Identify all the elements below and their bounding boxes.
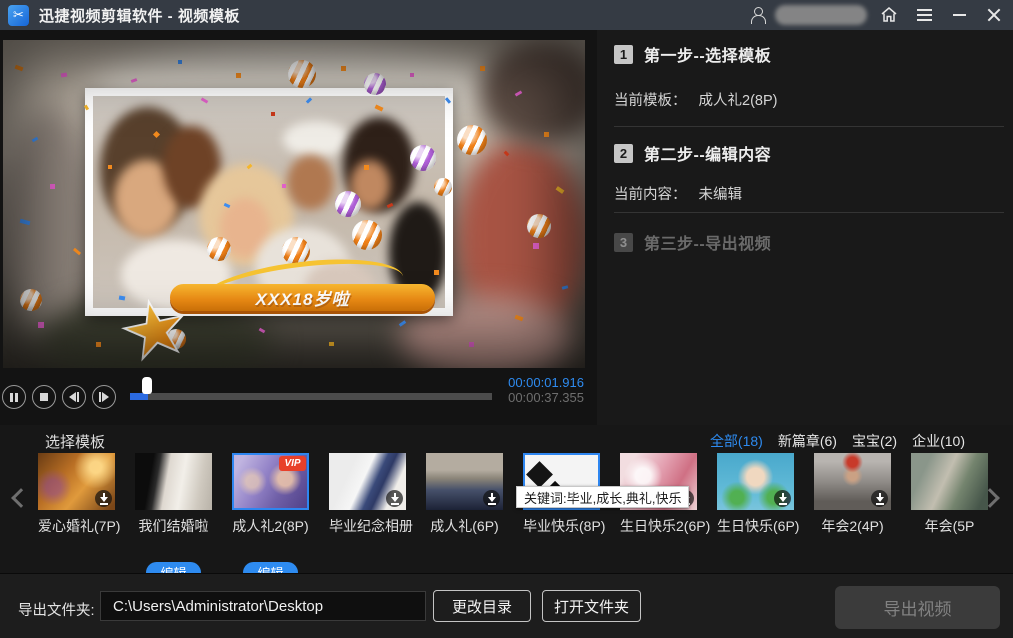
titlebar-controls: [750, 0, 1007, 30]
current-time: 00:00:01.916: [508, 375, 584, 390]
step2-title: 第二步--编辑内容: [644, 141, 771, 165]
download-icon[interactable]: [386, 490, 403, 507]
template-section: 选择模板 全部(18) 新篇章(6) 宝宝(2) 企业(10) 爱心婚礼(7P)…: [0, 425, 1013, 573]
prev-frame-icon: [69, 392, 79, 402]
template-thumb-annual-meeting2[interactable]: [814, 453, 891, 510]
template-name: 毕业快乐(8P): [523, 516, 600, 536]
vignette: [3, 40, 585, 368]
template-name: 年会2(4P): [814, 516, 891, 536]
tab-enterprise[interactable]: 企业(10): [912, 431, 965, 451]
template-section-title: 选择模板: [45, 431, 105, 452]
step3-title: 第三步--导出视频: [644, 230, 771, 254]
export-video-button[interactable]: 导出视频: [835, 586, 1000, 629]
export-folder-label: 导出文件夹:: [18, 599, 95, 620]
export-path-input[interactable]: [100, 591, 426, 621]
app-window: ✂ 迅捷视频剪辑软件 - 视频模板 XXX18岁啦: [0, 0, 1013, 638]
download-icon[interactable]: [483, 490, 500, 507]
steps-panel: 1 第一步--选择模板 当前模板： 成人礼2(8P) 2 第二步--编辑内容 当前…: [597, 30, 1013, 425]
template-filter-tabs: 全部(18) 新篇章(6) 宝宝(2) 企业(10): [710, 431, 965, 451]
current-content-value: 未编辑: [699, 187, 743, 203]
prev-frame-button[interactable]: [62, 385, 86, 409]
menu-button[interactable]: [911, 2, 937, 28]
next-frame-icon: [99, 392, 109, 402]
change-directory-button[interactable]: 更改目录: [433, 590, 531, 622]
download-icon[interactable]: [774, 490, 791, 507]
tab-baby[interactable]: 宝宝(2): [852, 431, 897, 451]
template-name: 年会(5P: [911, 516, 988, 536]
download-icon[interactable]: [871, 490, 888, 507]
playback-controls: 00:00:01.916 00:00:37.355: [0, 372, 592, 422]
download-icon[interactable]: [95, 490, 112, 507]
template-thumb-annual-meeting[interactable]: [911, 453, 988, 510]
stop-icon: [40, 393, 48, 401]
template-thumb-love-wedding[interactable]: [38, 453, 115, 510]
template-thumb-adult-ceremony[interactable]: [426, 453, 503, 510]
progress-handle[interactable]: [142, 377, 152, 394]
template-name: 成人礼(6P): [426, 516, 503, 536]
template-name: 爱心婚礼(7P): [38, 516, 115, 536]
username-redacted: [775, 5, 867, 25]
step1-title: 第一步--选择模板: [644, 42, 771, 66]
template-name: 生日快乐2(6P): [620, 516, 697, 536]
app-logo-icon: ✂: [8, 5, 29, 26]
template-item: 毕业纪念相册: [329, 453, 406, 536]
progress-track[interactable]: [130, 393, 492, 400]
minimize-icon: [953, 14, 966, 16]
template-item-selected: VIP 成人礼2(8P) 编辑: [232, 453, 309, 536]
step3-number-badge: 3: [614, 233, 633, 252]
template-thumb-happy-birthday[interactable]: [717, 453, 794, 510]
menu-icon: [917, 14, 932, 16]
step2-status: 当前内容： 未编辑: [614, 183, 742, 204]
home-icon: [880, 6, 898, 24]
progress-fill: [130, 393, 148, 400]
open-folder-button[interactable]: 打开文件夹: [542, 590, 641, 622]
template-thumb-graduation-album[interactable]: [329, 453, 406, 510]
total-time: 00:00:37.355: [508, 390, 584, 405]
carousel-left-chevron-icon[interactable]: [11, 488, 31, 508]
step1-number-badge: 1: [614, 45, 633, 64]
tab-all[interactable]: 全部(18): [710, 431, 763, 451]
template-thumb-we-married[interactable]: [135, 453, 212, 510]
step2-number-badge: 2: [614, 144, 633, 163]
close-icon: [987, 8, 1001, 22]
video-preview[interactable]: XXX18岁啦: [3, 40, 585, 368]
titlebar: ✂ 迅捷视频剪辑软件 - 视频模板: [0, 0, 1013, 30]
current-template-value: 成人礼2(8P): [699, 93, 778, 109]
template-item: 成人礼(6P): [426, 453, 503, 536]
time-display: 00:00:01.916 00:00:37.355: [508, 375, 584, 405]
pause-icon: [10, 393, 18, 402]
divider: [614, 126, 1004, 127]
keyword-tooltip: 关键词:毕业,成长,典礼,快乐: [516, 486, 689, 508]
vip-badge: VIP: [279, 456, 306, 471]
template-name: 毕业纪念相册: [329, 516, 406, 536]
minimize-button[interactable]: [946, 2, 972, 28]
next-frame-button[interactable]: [92, 385, 116, 409]
template-name: 生日快乐(6P): [717, 516, 794, 536]
current-template-label: 当前模板：: [614, 93, 687, 109]
template-item: 年会2(4P): [814, 453, 891, 536]
divider: [614, 212, 1004, 213]
pause-button[interactable]: [2, 385, 26, 409]
export-bar: 导出文件夹: 更改目录 打开文件夹 导出视频: [0, 573, 1013, 638]
close-button[interactable]: [981, 2, 1007, 28]
template-item: 爱心婚礼(7P): [38, 453, 115, 536]
template-item: 我们结婚啦 编辑: [135, 453, 212, 536]
step1-status: 当前模板： 成人礼2(8P): [614, 89, 777, 110]
step3-header: 3 第三步--导出视频: [614, 230, 771, 254]
tab-new-chapter[interactable]: 新篇章(6): [778, 431, 837, 451]
template-name: 成人礼2(8P): [232, 516, 309, 536]
stop-button[interactable]: [32, 385, 56, 409]
template-item: 年会(5P: [911, 453, 988, 536]
window-title: 迅捷视频剪辑软件 - 视频模板: [39, 5, 240, 26]
template-name: 我们结婚啦: [135, 516, 212, 536]
user-icon[interactable]: [750, 7, 766, 23]
current-content-label: 当前内容：: [614, 187, 687, 203]
home-button[interactable]: [876, 2, 902, 28]
step2-header: 2 第二步--编辑内容: [614, 141, 771, 165]
template-thumb-adult-ceremony2[interactable]: VIP: [232, 453, 309, 510]
step1-header: 1 第一步--选择模板: [614, 42, 771, 66]
template-item: 生日快乐(6P): [717, 453, 794, 536]
